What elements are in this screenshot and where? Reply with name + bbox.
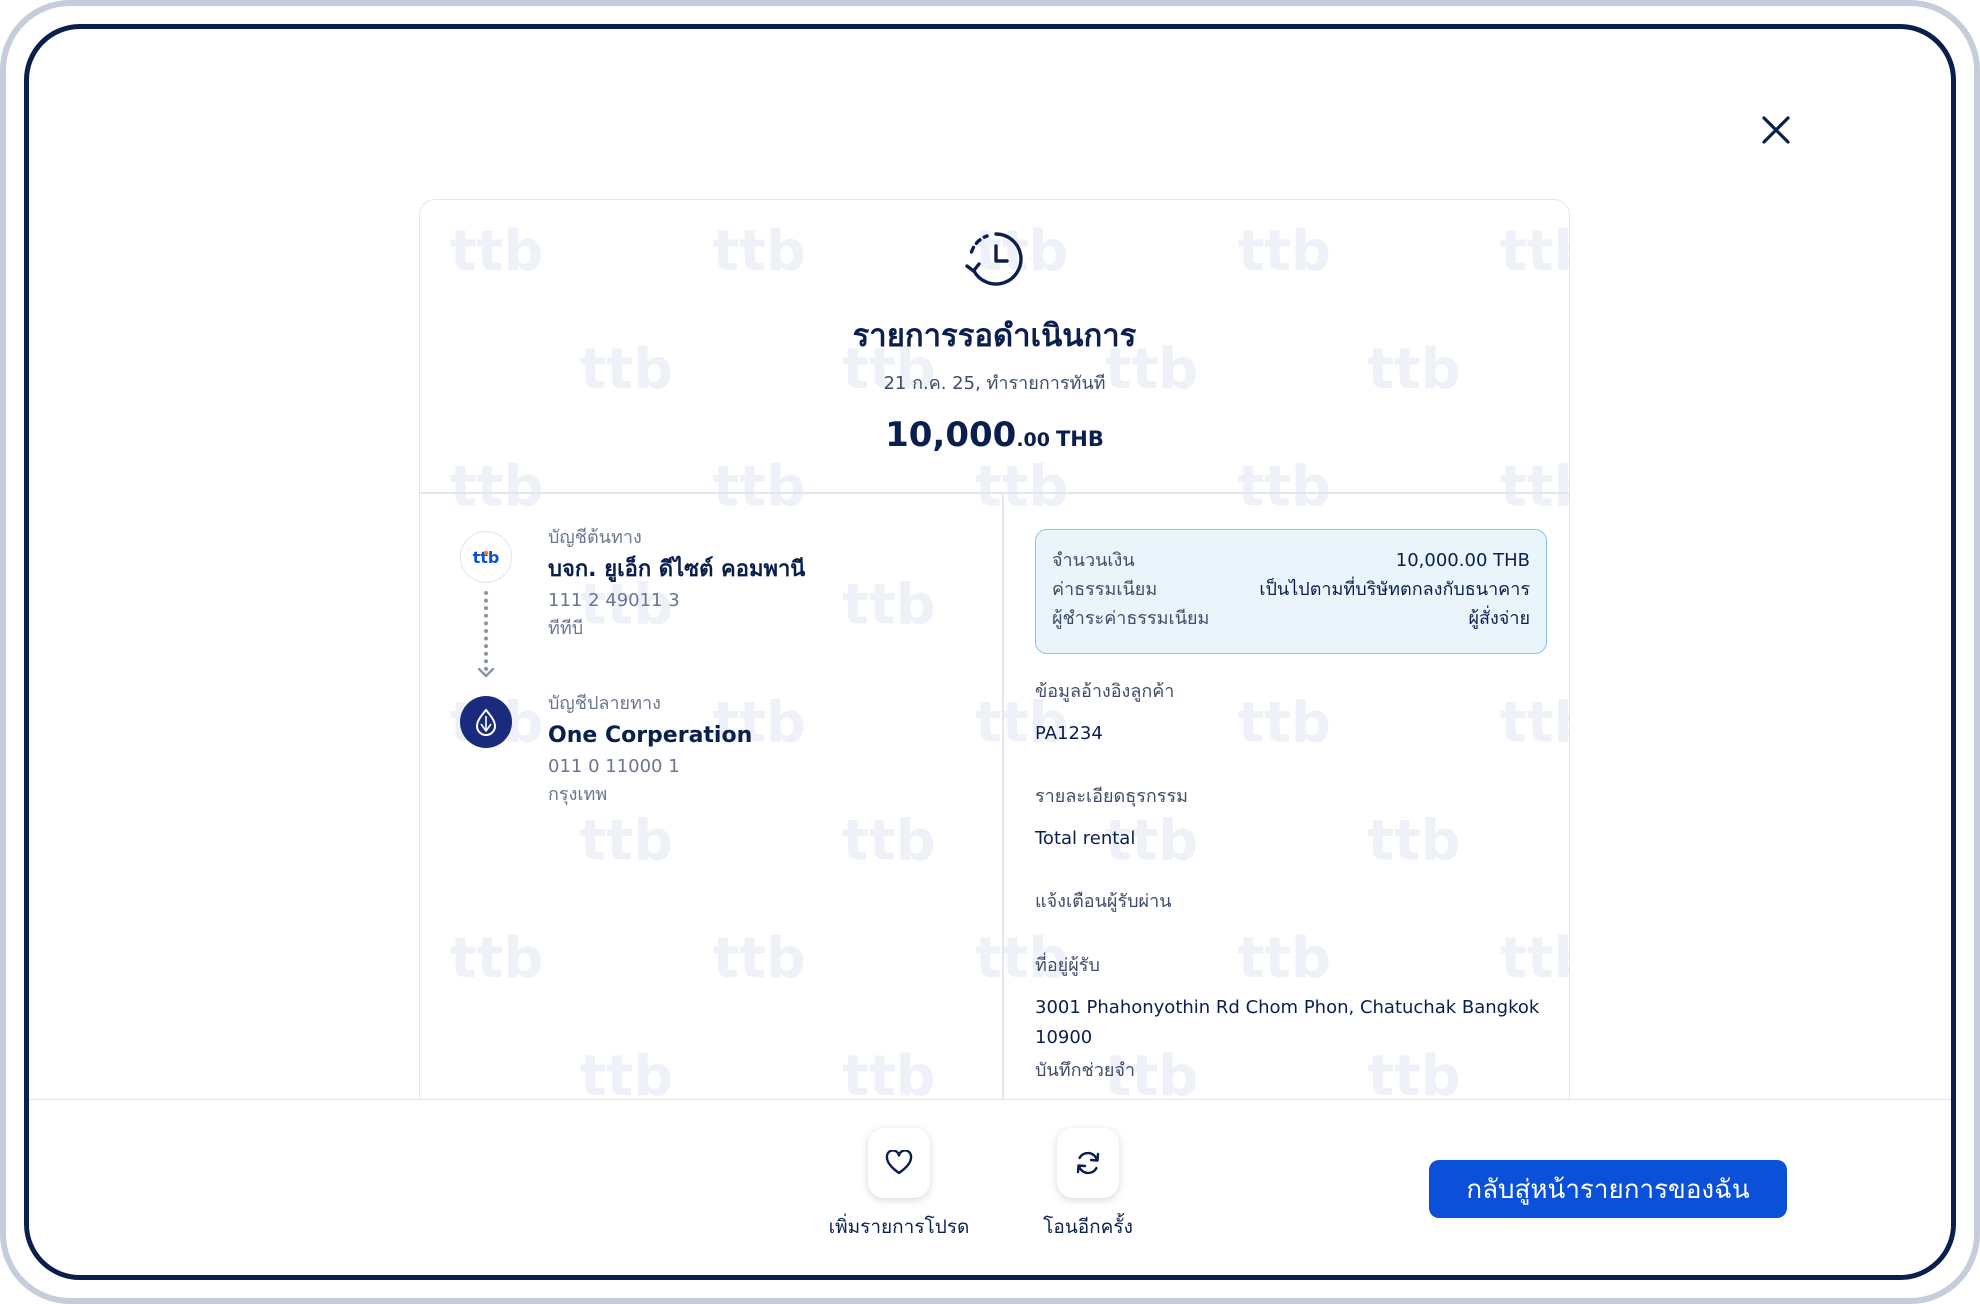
add-favorite-button[interactable]: เพิ่มรายการโปรด xyxy=(809,1128,989,1242)
device-screen: ttbttbttbttbttbttbttbttbttbttbttbttbttbt… xyxy=(24,24,1956,1280)
details-panel: จำนวนเงิน 10,000.00 THB ค่าธรรมเนียม เป็… xyxy=(1004,493,1569,1129)
summary-row-fee: ค่าธรรมเนียม เป็นไปตามที่บริษัทตกลงกับธน… xyxy=(1052,575,1530,604)
close-button[interactable] xyxy=(1749,103,1803,157)
memo-label: บันทึกช่วยจำ xyxy=(1035,1060,1136,1081)
repeat-transfer-label: โอนอีกครั้ง xyxy=(1043,1216,1133,1238)
repeat-transfer-icon-tile[interactable] xyxy=(1057,1128,1119,1198)
summary-fee-label: ค่าธรรมเนียม xyxy=(1052,579,1158,600)
source-bank-logo: ttb xyxy=(460,531,512,583)
clock-history-icon xyxy=(965,232,1023,286)
customer-reference-value: PA1234 xyxy=(1035,723,1103,744)
amount-decimal: .00 xyxy=(1016,429,1050,451)
accounts-panel: ttb บัญชีต้นทาง บจก. ยูเอ็ก ดีไซต์ คอมพา… xyxy=(420,493,1002,1129)
status-date: 21 ก.ค. 25, ทำรายการทันที xyxy=(883,373,1106,394)
summary-fee-payer-value: ผู้สั่งจ่าย xyxy=(1468,608,1530,629)
amount-currency: THB xyxy=(1055,427,1104,451)
destination-bank-logo xyxy=(460,696,512,748)
summary-fee-value: เป็นไปตามที่บริษัทตกลงกับธนาคาร xyxy=(1259,579,1530,600)
refresh-icon xyxy=(1076,1151,1100,1175)
customer-reference-label: ข้อมูลอ้างอิงลูกค้า xyxy=(1035,681,1175,702)
destination-account-label: บัญชีปลายทาง xyxy=(548,693,661,714)
destination-bank-name: กรุงเทพ xyxy=(548,784,608,805)
source-account-name: บจก. ยูเอ็ก ดีไซต์ คอมพานี xyxy=(548,557,806,582)
transfer-connector xyxy=(484,591,488,671)
chevron-down-icon xyxy=(477,667,495,678)
notify-recipient: แจ้งเตือนผู้รับผ่าน xyxy=(1035,887,1172,917)
heart-icon xyxy=(885,1150,913,1175)
source-account-number: 111 2 49011 3 xyxy=(548,590,680,611)
source-account: บัญชีต้นทาง บจก. ยูเอ็ก ดีไซต์ คอมพานี 1… xyxy=(548,523,805,643)
status-amount: 10,000.00 THB xyxy=(420,415,1569,455)
source-account-label: บัญชีต้นทาง xyxy=(548,527,642,548)
summary-row-fee-payer: ผู้ชำระค่าธรรมเนียม ผู้สั่งจ่าย xyxy=(1052,604,1530,633)
transaction-detail: รายละเอียดธุรกรรม Total rental xyxy=(1035,782,1188,854)
ttb-logo-icon: ttb xyxy=(473,548,500,567)
add-favorite-icon-tile[interactable] xyxy=(868,1128,930,1198)
transaction-detail-value: Total rental xyxy=(1035,828,1136,849)
close-icon xyxy=(1762,116,1790,144)
amount-integer: 10,000 xyxy=(885,415,1017,455)
destination-account-name: One Corperation xyxy=(548,723,753,748)
destination-account-number: 011 0 11000 1 xyxy=(548,756,680,777)
recipient-address-label: ที่อยู่ผู้รับ xyxy=(1035,955,1100,976)
notify-recipient-label: แจ้งเตือนผู้รับผ่าน xyxy=(1035,891,1172,912)
transaction-card: ttbttbttbttbttbttbttbttbttbttbttbttbttbt… xyxy=(419,199,1570,1129)
summary-amount-value: 10,000.00 THB xyxy=(1395,550,1530,571)
status-title: รายการรอดำเนินการ xyxy=(852,318,1137,354)
amount-summary-box: จำนวนเงิน 10,000.00 THB ค่าธรรมเนียม เป็… xyxy=(1035,529,1547,654)
recipient-address-value: 3001 Phahonyothin Rd Chom Phon, Chatucha… xyxy=(1035,997,1540,1048)
status-header: รายการรอดำเนินการ 21 ก.ค. 25, ทำรายการทั… xyxy=(420,200,1569,492)
summary-amount-label: จำนวนเงิน xyxy=(1052,550,1135,571)
add-favorite-label: เพิ่มรายการโปรด xyxy=(828,1216,970,1238)
summary-row-amount: จำนวนเงิน 10,000.00 THB xyxy=(1052,546,1530,575)
repeat-transfer-button[interactable]: โอนอีกครั้ง xyxy=(998,1128,1178,1242)
customer-reference: ข้อมูลอ้างอิงลูกค้า PA1234 xyxy=(1035,677,1174,749)
destination-account: บัญชีปลายทาง One Corperation 011 0 11000… xyxy=(548,689,752,809)
back-to-my-transactions-button[interactable]: กลับสู่หน้ารายการของฉัน xyxy=(1429,1160,1787,1218)
source-bank-name: ทีทีบี xyxy=(548,618,584,639)
transaction-detail-label: รายละเอียดธุรกรรม xyxy=(1035,786,1188,807)
recipient-address: ที่อยู่ผู้รับ 3001 Phahonyothin Rd Chom … xyxy=(1035,951,1569,1048)
bank-droplet-icon xyxy=(475,708,497,736)
summary-fee-payer-label: ผู้ชำระค่าธรรมเนียม xyxy=(1052,608,1210,629)
action-bar: เพิ่มรายการโปรด โอนอีกครั้ง กลับสู่หน้าร… xyxy=(29,1099,1951,1275)
memo: บันทึกช่วยจำ xyxy=(1035,1056,1135,1086)
